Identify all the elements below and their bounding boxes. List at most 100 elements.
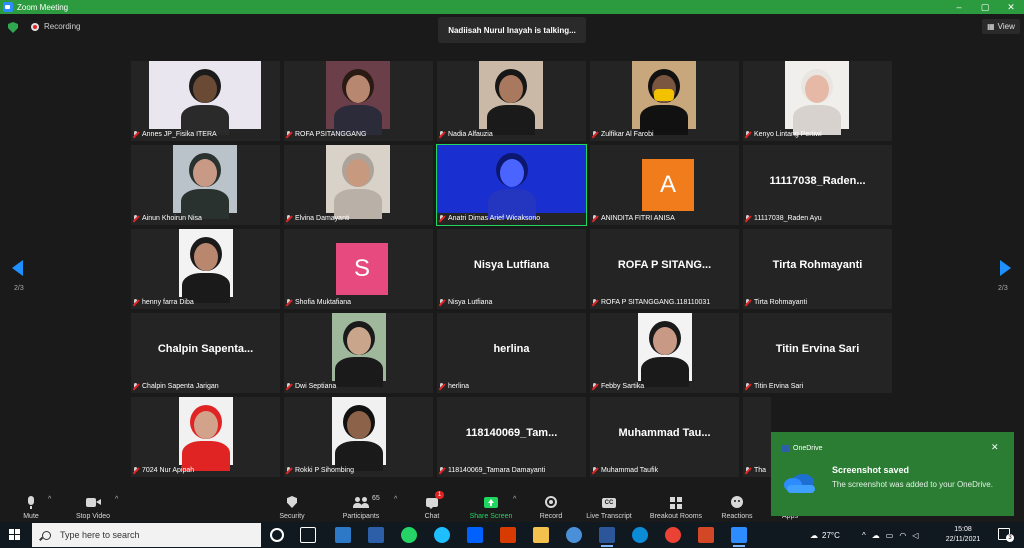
participant-name: Rokki P Sihombing bbox=[295, 467, 355, 474]
participant-tile[interactable]: Nadia Alfauzia bbox=[437, 61, 586, 141]
participant-name: Dwi Septiana bbox=[295, 383, 337, 390]
participant-tile[interactable]: 7024 Nur Apipah bbox=[131, 397, 280, 477]
share-options-chevron-icon[interactable]: ^ bbox=[513, 496, 516, 503]
task-view-icon[interactable] bbox=[300, 527, 316, 543]
participant-tile[interactable]: Annes JP_Fisika ITERA bbox=[131, 61, 280, 141]
minimize-button[interactable]: – bbox=[946, 0, 972, 14]
dropbox-icon[interactable] bbox=[467, 527, 483, 543]
system-tray[interactable]: ^ ☁ ▭ ◠ ◁ bbox=[862, 522, 918, 548]
participant-tile[interactable]: Zulfikar Al Farobi bbox=[590, 61, 739, 141]
live-transcript-button[interactable]: CC Live Transcript bbox=[582, 488, 636, 522]
volume-icon[interactable]: ◁ bbox=[912, 531, 918, 540]
wifi-icon[interactable]: ◠ bbox=[899, 531, 906, 540]
participant-video bbox=[632, 61, 696, 135]
participant-tile[interactable]: herlina herlina bbox=[437, 313, 586, 393]
breakout-rooms-button[interactable]: Breakout Rooms bbox=[646, 488, 706, 522]
participant-tile[interactable]: A ANINDITA FITRI ANISA bbox=[590, 145, 739, 225]
participant-tile[interactable]: ROFA PSITANGGANG bbox=[284, 61, 433, 141]
participant-tile[interactable]: Dwi Septiana bbox=[284, 313, 433, 393]
participant-display-name: 118140069_Tam... bbox=[465, 427, 558, 439]
participant-tile[interactable]: Elvina Damayanti bbox=[284, 145, 433, 225]
tray-cloud-icon[interactable]: ☁ bbox=[872, 531, 880, 540]
record-button[interactable]: Record bbox=[536, 488, 566, 522]
browser-app-icon[interactable] bbox=[434, 527, 450, 543]
close-button[interactable]: ✕ bbox=[998, 0, 1024, 14]
view-label: View bbox=[997, 22, 1015, 31]
participant-name-bar: Febby Sartika bbox=[592, 381, 644, 392]
powerpoint-icon[interactable] bbox=[698, 527, 714, 543]
participant-video bbox=[173, 145, 237, 219]
participant-name: Titin Ervina Sari bbox=[754, 383, 804, 390]
recording-icon bbox=[31, 23, 39, 31]
taskbar-search-box[interactable]: Type here to search bbox=[32, 523, 261, 547]
zoom-app-icon[interactable] bbox=[731, 527, 747, 547]
participant-name: Nadia Alfauzia bbox=[448, 131, 493, 138]
photos-app-icon[interactable] bbox=[566, 527, 582, 543]
view-button[interactable]: ▦ View bbox=[982, 19, 1020, 34]
camera-icon bbox=[85, 496, 101, 510]
taskbar-clock[interactable]: 15:08 22/11/2021 bbox=[938, 525, 988, 545]
next-page-icon[interactable] bbox=[1000, 260, 1011, 276]
participant-tile[interactable]: Tirta Rohmayanti Tirta Rohmayanti bbox=[743, 229, 892, 309]
shield-icon[interactable] bbox=[8, 22, 18, 33]
share-screen-label: Share Screen bbox=[469, 513, 513, 520]
mute-button[interactable]: Mute bbox=[18, 488, 44, 522]
participant-tile[interactable]: Nisya Lutfiana Nisya Lutfiana bbox=[437, 229, 586, 309]
onedrive-toast[interactable]: OneDrive ✕ Screenshot saved The screensh… bbox=[771, 432, 1014, 516]
recording-label: Recording bbox=[44, 22, 81, 31]
participant-tile[interactable]: Febby Sartika bbox=[590, 313, 739, 393]
windows-start-icon[interactable] bbox=[9, 529, 21, 541]
participant-tile[interactable]: Titin Ervina Sari Titin Ervina Sari bbox=[743, 313, 892, 393]
breakout-rooms-label: Breakout Rooms bbox=[649, 513, 703, 520]
mail-app-icon[interactable] bbox=[335, 527, 351, 543]
toast-app-name: OneDrive bbox=[793, 445, 823, 452]
title-bar: Zoom Meeting – ▢ ✕ bbox=[0, 0, 1024, 14]
muted-microphone-icon bbox=[439, 382, 445, 391]
reactions-button[interactable]: Reactions bbox=[718, 488, 756, 522]
participant-tile[interactable]: ROFA P SITANG... ROFA P SITANGGANG.118110… bbox=[590, 229, 739, 309]
word-icon[interactable] bbox=[599, 527, 615, 547]
previous-page-icon[interactable] bbox=[12, 260, 23, 276]
whatsapp-icon[interactable] bbox=[401, 527, 417, 543]
chrome-icon[interactable] bbox=[665, 527, 681, 543]
participant-tile[interactable]: 11117038_Raden... 11117038_Raden Ayu bbox=[743, 145, 892, 225]
participant-name-bar: Tha bbox=[745, 465, 766, 476]
share-screen-button[interactable]: Share Screen bbox=[466, 488, 516, 522]
participants-options-chevron-icon[interactable]: ^ bbox=[394, 496, 397, 503]
edge-icon[interactable] bbox=[632, 527, 648, 543]
participant-display-name: Muhammad Tau... bbox=[618, 427, 711, 439]
grid-icon: ▦ bbox=[987, 22, 995, 31]
stop-video-button[interactable]: Stop Video bbox=[68, 488, 118, 522]
participant-tile[interactable]: Anatri Dimas Arief Wicaksono bbox=[436, 144, 587, 226]
muted-microphone-icon bbox=[745, 466, 751, 475]
stop-video-label: Stop Video bbox=[75, 513, 111, 520]
participant-video bbox=[326, 61, 390, 135]
file-explorer-icon[interactable] bbox=[533, 527, 549, 543]
battery-icon[interactable]: ▭ bbox=[886, 531, 894, 540]
video-options-chevron-icon[interactable]: ^ bbox=[115, 496, 118, 503]
participant-tile[interactable]: Ainun Khoirun Nisa bbox=[131, 145, 280, 225]
participant-tile[interactable]: Muhammad Tau... Muhammad Taufik bbox=[590, 397, 739, 477]
participant-tile[interactable]: Chalpin Sapenta... Chalpin Sapenta Jariga… bbox=[131, 313, 280, 393]
cortana-icon[interactable] bbox=[270, 528, 284, 542]
tray-chevron-icon[interactable]: ^ bbox=[862, 531, 866, 540]
muted-microphone-icon bbox=[439, 214, 445, 223]
participant-name: ROFA P SITANGGANG.118110031 bbox=[601, 299, 711, 306]
audio-options-chevron-icon[interactable]: ^ bbox=[48, 496, 51, 503]
participant-tile[interactable]: henny farra Diba bbox=[131, 229, 280, 309]
muted-microphone-icon bbox=[745, 214, 751, 223]
weather-widget[interactable]: ☁ 27°C bbox=[810, 522, 840, 548]
participant-tile[interactable]: Rokki P Sihombing bbox=[284, 397, 433, 477]
security-button[interactable]: Security bbox=[274, 488, 310, 522]
participant-name: 118140069_Tamara Damayanti bbox=[448, 467, 546, 474]
toast-close-icon[interactable]: ✕ bbox=[991, 442, 999, 453]
store-app-icon[interactable] bbox=[368, 527, 384, 543]
maximize-button[interactable]: ▢ bbox=[972, 0, 998, 14]
participant-tile[interactable]: Kenyo Lintang Pertiwi bbox=[743, 61, 892, 141]
participants-button[interactable]: Participants bbox=[338, 488, 384, 522]
participant-tile[interactable]: S Shofia Muktafiana bbox=[284, 229, 433, 309]
search-placeholder: Type here to search bbox=[60, 530, 140, 540]
participant-tile[interactable]: Tha bbox=[743, 397, 771, 477]
office-icon[interactable] bbox=[500, 527, 516, 543]
participant-tile[interactable]: 118140069_Tam... 118140069_Tamara Damayan… bbox=[437, 397, 586, 477]
